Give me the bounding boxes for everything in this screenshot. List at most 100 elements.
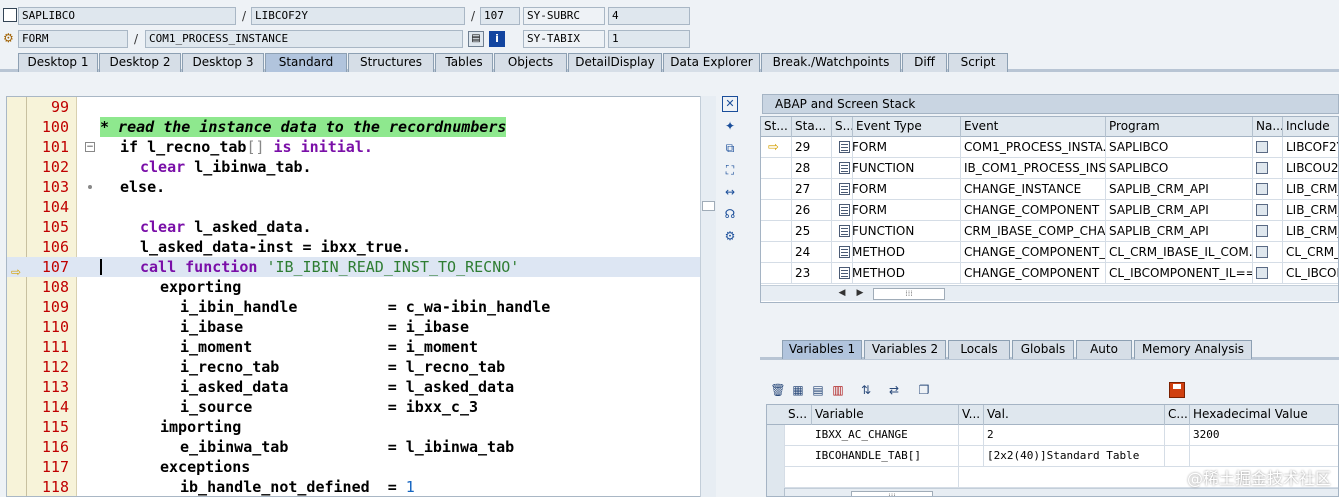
tab-breakpoints[interactable]: Break./Watchpoints <box>761 53 901 72</box>
stack-row[interactable]: 25 FUNCTION CRM_IBASE_COMP_CHA... SAPLIB_CR… <box>761 221 1338 242</box>
sort-icon[interactable]: ⇅ <box>858 382 874 398</box>
program-field[interactable]: SAPLIBCO <box>18 7 236 25</box>
variables-horizontal-scrollbar[interactable]: ⁞⁞⁞ <box>785 488 1338 496</box>
tab-auto[interactable]: Auto <box>1076 340 1132 359</box>
stack-include-cell[interactable]: LIBCOU28 <box>1283 158 1338 179</box>
stack-event-cell[interactable]: CHANGE_COMPONENT <box>961 200 1106 221</box>
navigate-icon[interactable]: ▤ <box>468 31 484 47</box>
scrollbar-thumb[interactable]: ⁞⁞⁞ <box>851 491 933 496</box>
stack-program-cell[interactable]: SAPLIB_CRM_API <box>1106 179 1253 200</box>
variable-name-cell[interactable]: IBCOHANDLE_TAB[] <box>812 446 959 467</box>
stack-nav-cell[interactable] <box>1253 200 1283 221</box>
code-line[interactable]: 102 clear l_ibinwa_tab. <box>7 157 715 177</box>
tab-variables-2[interactable]: Variables 2 <box>864 340 946 359</box>
code-line[interactable]: 99 <box>7 97 715 117</box>
stack-include-cell[interactable]: LIB_CRM_... <box>1283 179 1338 200</box>
sysvar-value-subrc[interactable]: 4 <box>608 7 690 25</box>
stack-program-cell[interactable]: SAPLIB_CRM_API <box>1106 221 1253 242</box>
code-line[interactable]: 112 i_recno_tab = l_recno_tab <box>7 357 715 377</box>
stack-level-cell[interactable]: 29 <box>792 137 832 158</box>
selector-cell[interactable] <box>767 425 785 446</box>
code-line[interactable]: 117 exceptions <box>7 457 715 477</box>
column-header[interactable]: Na... <box>1253 117 1283 137</box>
column-header[interactable]: C... <box>1165 405 1190 425</box>
stack-nav-cell[interactable] <box>1253 137 1283 158</box>
services-icon[interactable]: ☊ <box>722 206 738 222</box>
table-row[interactable]: IBXX_AC_CHANGE 2 3200 <box>767 425 1338 446</box>
column-header[interactable]: Variable <box>812 405 959 425</box>
column-header[interactable]: Include <box>1283 117 1338 137</box>
collapse-icon[interactable]: − <box>85 142 95 152</box>
tab-structures[interactable]: Structures <box>348 53 434 72</box>
stack-include-cell[interactable]: CL_CRM_I... <box>1283 242 1338 263</box>
column-header[interactable]: S... <box>832 117 853 137</box>
code-line[interactable]: 109 i_ibin_handle = c_wa-ibin_handle <box>7 297 715 317</box>
scroll-left-icon[interactable]: ◀ <box>835 287 849 300</box>
stack-event-type-cell[interactable]: METHOD <box>836 242 961 263</box>
stack-include-cell[interactable]: LIB_CRM_... <box>1283 200 1338 221</box>
code-line[interactable]: 101 − if l_recno_tab[] is initial. <box>7 137 715 157</box>
code-line[interactable]: 118 ib_handle_not_defined = 1 <box>7 477 715 496</box>
stack-event-type-cell[interactable]: FUNCTION <box>836 158 961 179</box>
column-header[interactable]: Event <box>961 117 1106 137</box>
current-code-line[interactable]: ⇨ 107 call function 'IB_IBIN_READ_INST_TO_… <box>7 257 715 279</box>
scrollbar-thumb[interactable]: ⁞⁞⁞ <box>873 288 945 300</box>
code-line[interactable]: 116 e_ibinwa_tab = l_ibinwa_tab <box>7 437 715 457</box>
column-header[interactable]: Program <box>1106 117 1253 137</box>
fullscreen-icon[interactable]: ⛶ <box>722 162 738 178</box>
navigate-icon[interactable] <box>1256 162 1268 174</box>
tab-data-explorer[interactable]: Data Explorer <box>663 53 760 72</box>
stack-level-cell[interactable]: 28 <box>792 158 832 179</box>
variable-value-cell[interactable]: [2x2(40)]Standard Table <box>984 446 1165 467</box>
navigate-icon[interactable] <box>1256 267 1268 279</box>
navigate-icon[interactable] <box>1256 246 1268 258</box>
event-type-field[interactable]: FORM <box>18 30 128 48</box>
stack-nav-cell[interactable] <box>1253 158 1283 179</box>
stack-event-type-cell[interactable]: FUNCTION <box>836 221 961 242</box>
stack-nav-cell[interactable] <box>1253 242 1283 263</box>
stack-event-cell[interactable]: IB_COM1_PROCESS_INS... <box>961 158 1106 179</box>
info-icon[interactable]: i <box>489 31 505 47</box>
stack-row[interactable]: 26 FORM CHANGE_COMPONENT SAPLIB_CRM_API LIB_… <box>761 200 1338 221</box>
stack-event-cell[interactable]: CRM_IBASE_COMP_CHA... <box>961 221 1106 242</box>
save-icon[interactable] <box>1169 382 1185 398</box>
stack-event-type-cell[interactable]: METHOD <box>836 263 961 284</box>
stack-include-cell[interactable]: LIB_CRM_... <box>1283 221 1338 242</box>
code-line[interactable]: 115 importing <box>7 417 715 437</box>
variable-name-cell[interactable]: IBXX_AC_CHANGE <box>812 425 959 446</box>
stack-level-cell[interactable]: 26 <box>792 200 832 221</box>
stack-row[interactable]: 23 METHOD CHANGE_COMPONENT CL_IBCOMPONENT_I… <box>761 263 1338 284</box>
stack-row[interactable]: 28 FUNCTION IB_COM1_PROCESS_INS... SAPLIBCO… <box>761 158 1338 179</box>
variable-name-cell[interactable] <box>812 467 959 488</box>
navigate-icon[interactable] <box>1256 141 1268 153</box>
stack-event-cell[interactable]: CHANGE_COMPONENT <box>961 263 1106 284</box>
close-icon[interactable]: ✕ <box>722 96 738 112</box>
navigate-icon[interactable] <box>1256 225 1268 237</box>
stack-nav-cell[interactable] <box>1253 263 1283 284</box>
transfer-icon[interactable]: ⇄ <box>886 382 902 398</box>
tab-variables-1[interactable]: Variables 1 <box>782 340 862 359</box>
stack-level-cell[interactable]: 24 <box>792 242 832 263</box>
stack-program-cell[interactable]: SAPLIBCO <box>1106 158 1253 179</box>
column-header[interactable]: Sta... <box>792 117 832 137</box>
new-tool-icon[interactable]: ✦ <box>722 118 738 134</box>
sysvar-value-tabix[interactable]: 1 <box>608 30 690 48</box>
stack-event-cell[interactable]: CHANGE_COMPONENT_... <box>961 242 1106 263</box>
stack-event-cell[interactable]: CHANGE_INSTANCE <box>961 179 1106 200</box>
code-editor[interactable]: 99 100 * read the instance data to the re… <box>6 96 716 497</box>
tab-standard[interactable]: Standard <box>265 53 347 72</box>
code-line[interactable]: 110 i_ibase = i_ibase <box>7 317 715 337</box>
stack-row[interactable]: ⇨ 29 FORM COM1_PROCESS_INSTA... SAPLIBCO LIBC… <box>761 137 1338 158</box>
tab-diff[interactable]: Diff <box>902 53 947 72</box>
insert-icon[interactable]: ▦ <box>790 382 806 398</box>
stack-event-type-cell[interactable]: FORM <box>836 137 961 158</box>
code-line[interactable]: 108 exporting <box>7 277 715 297</box>
stack-program-cell[interactable]: SAPLIBCO <box>1106 137 1253 158</box>
column-header[interactable]: V... <box>959 405 984 425</box>
tab-objects[interactable]: Objects <box>494 53 567 72</box>
stack-horizontal-scrollbar[interactable]: ◀ ▶ ⁞⁞⁞ <box>761 285 1338 301</box>
tab-detail-display[interactable]: DetailDisplay <box>568 53 662 72</box>
stack-level-cell[interactable]: 27 <box>792 179 832 200</box>
column-header[interactable]: Hexadecimal Value <box>1190 405 1338 425</box>
stack-event-cell[interactable]: COM1_PROCESS_INSTA... <box>961 137 1106 158</box>
